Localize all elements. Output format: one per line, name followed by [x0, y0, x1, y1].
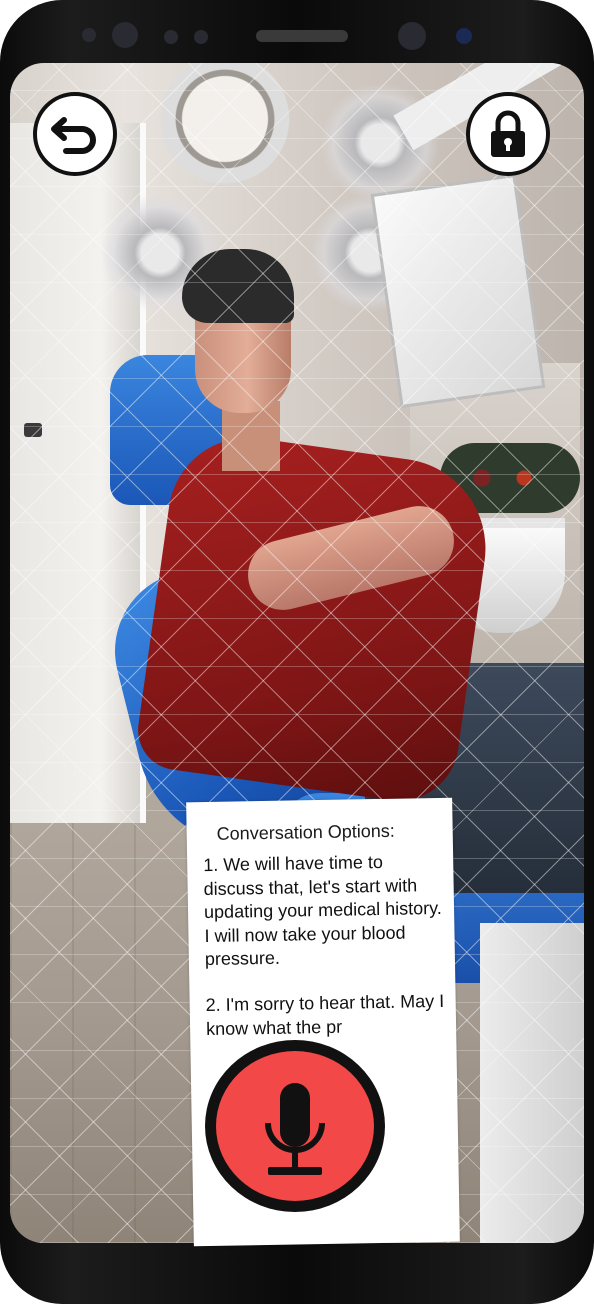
front-sensor: [82, 28, 96, 42]
phone-frame: Conversation Options: 1. We will have ti…: [0, 0, 594, 1304]
conversation-option-1[interactable]: 1. We will have time to discuss that, le…: [203, 850, 445, 972]
iris-led: [456, 28, 472, 44]
microphone-button[interactable]: [205, 1040, 385, 1212]
undo-arrow-icon: [51, 117, 96, 154]
proximity-sensor: [164, 30, 178, 44]
iris-scanner: [112, 22, 138, 48]
back-button[interactable]: [33, 92, 117, 176]
microphone-icon: [265, 1083, 325, 1175]
microphone-button-face: [216, 1051, 374, 1201]
panel-title: Conversation Options:: [216, 820, 395, 844]
padlock-icon: [491, 110, 525, 157]
lock-button[interactable]: [466, 92, 550, 176]
front-camera: [398, 22, 426, 50]
earpiece-speaker: [256, 30, 348, 42]
light-sensor: [194, 30, 208, 44]
